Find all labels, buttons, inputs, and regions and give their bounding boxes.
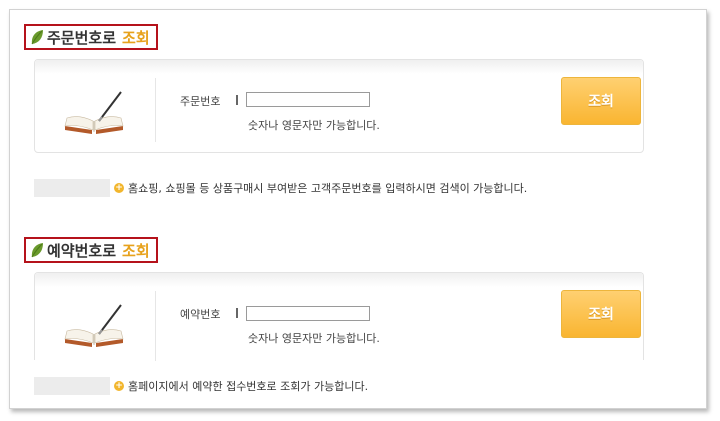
note-placeholder-block <box>34 179 110 197</box>
order-lookup-title-text: 주문번호로 <box>47 28 117 47</box>
leaf-icon <box>31 30 43 45</box>
order-number-label: 주문번호 <box>180 95 221 108</box>
order-number-input[interactable] <box>246 92 370 107</box>
reservation-number-label: 예약번호 <box>180 308 221 321</box>
open-book-pen-icon <box>64 304 124 347</box>
reservation-lookup-title: 예약번호로 조회 <box>24 237 158 263</box>
reservation-lookup-note-text: 홈페이지에서 예약한 접수번호로 조회가 가능합니다. <box>128 380 369 393</box>
order-number-hint: 숫자나 영문자만 가능합니다. <box>248 119 380 132</box>
label-separator <box>236 95 238 105</box>
reservation-number-hint: 숫자나 영문자만 가능합니다. <box>248 332 380 345</box>
lookup-frame: 주문번호로 조회 주문번호 숫자나 영문자만 가능합니다. 조회 + 홈쇼핑, … <box>9 9 707 409</box>
order-lookup-title-accent: 조회 <box>122 28 150 47</box>
label-separator <box>236 308 238 318</box>
note-placeholder-block <box>34 377 110 395</box>
reservation-lookup-button[interactable]: 조회 <box>561 290 641 338</box>
order-lookup-note-text: 홈쇼핑, 쇼핑몰 등 상품구매시 부여받은 고객주문번호를 입력하시면 검색이 … <box>128 182 528 195</box>
panel-top-bar <box>35 60 643 74</box>
order-lookup-button[interactable]: 조회 <box>561 77 641 125</box>
panel-divider <box>155 78 156 142</box>
reservation-lookup-title-text: 예약번호로 <box>47 241 117 260</box>
reservation-lookup-note: + 홈페이지에서 예약한 접수번호로 조회가 가능합니다. <box>34 377 368 395</box>
panel-top-bar <box>35 273 643 287</box>
order-lookup-note: + 홈쇼핑, 쇼핑몰 등 상품구매시 부여받은 고객주문번호를 입력하시면 검색… <box>34 179 527 197</box>
order-lookup-title: 주문번호로 조회 <box>24 24 158 50</box>
reservation-number-input[interactable] <box>246 306 370 321</box>
leaf-icon <box>31 243 43 258</box>
reservation-lookup-panel: 예약번호 숫자나 영문자만 가능합니다. 조회 <box>34 272 644 361</box>
plus-circle-icon: + <box>114 381 124 391</box>
panel-divider <box>155 291 156 361</box>
order-lookup-panel: 주문번호 숫자나 영문자만 가능합니다. 조회 <box>34 59 644 153</box>
plus-circle-icon: + <box>114 183 124 193</box>
open-book-pen-icon <box>64 91 124 134</box>
reservation-lookup-title-accent: 조회 <box>122 241 150 260</box>
